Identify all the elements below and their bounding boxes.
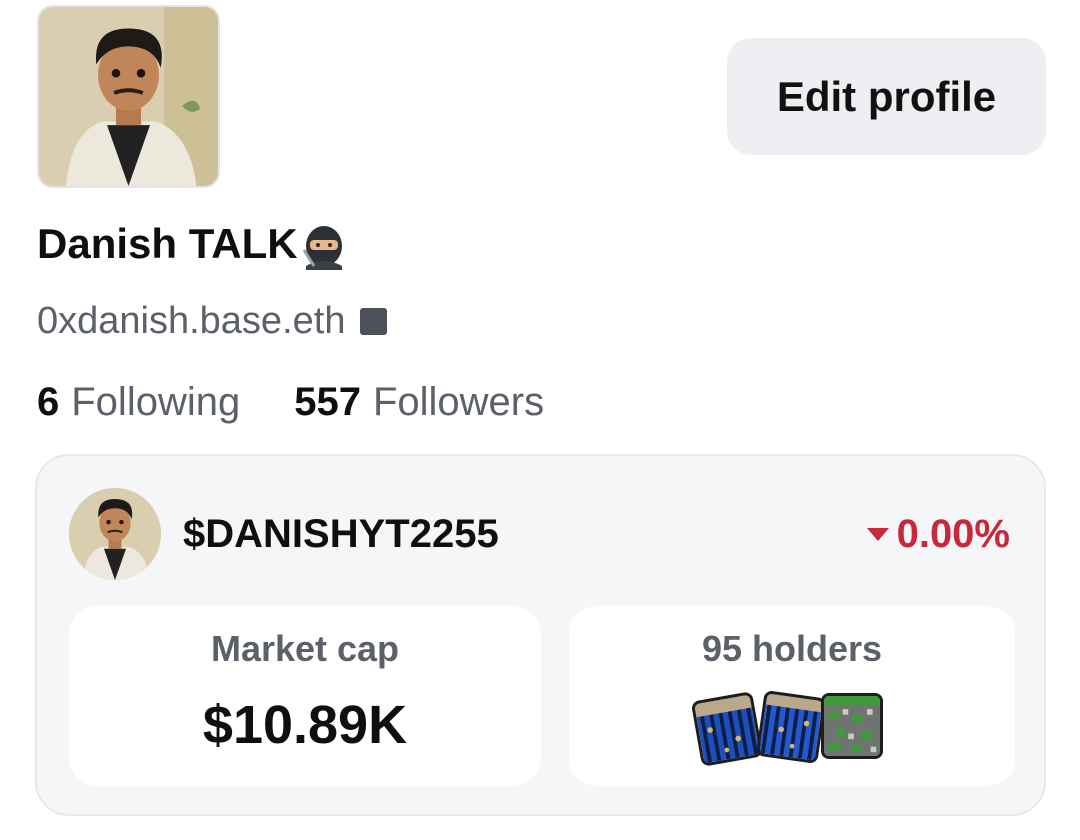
handle-row: 0xdanish.base.eth [37, 296, 388, 346]
holder-avatar [755, 690, 827, 764]
caret-down-icon [866, 527, 889, 541]
token-avatar-illustration [69, 488, 161, 580]
follow-stats: 6 Following 557 Followers [37, 377, 544, 427]
holders-label: 95 holders [701, 628, 883, 669]
holder-avatars [690, 690, 889, 767]
followers-stat[interactable]: 557 Followers [294, 380, 544, 425]
holder-avatar [690, 691, 764, 767]
token-ticker: $DANISHYT2255 [183, 511, 499, 556]
edit-profile-button[interactable]: Edit profile [727, 38, 1046, 155]
display-name-text: Danish TALK [37, 220, 298, 267]
profile-avatar[interactable] [37, 5, 220, 188]
market-cap-value: $10.89K [202, 695, 408, 755]
display-name: Danish TALK [37, 216, 348, 272]
price-change: 0.00% [866, 508, 1010, 560]
holders-box[interactable]: 95 holders [569, 606, 1015, 786]
market-cap-box: Market cap $10.89K [69, 606, 541, 786]
following-count: 6 [37, 379, 60, 424]
followers-label: Followers [372, 379, 545, 424]
followers-count: 557 [294, 379, 361, 424]
ninja-icon [300, 218, 348, 270]
market-cap-label: Market cap [210, 628, 400, 669]
avatar-illustration [39, 7, 218, 186]
square-icon [360, 307, 388, 335]
token-avatar [69, 488, 161, 580]
following-label: Following [71, 379, 241, 424]
following-stat[interactable]: 6 Following [37, 380, 240, 425]
price-change-value: 0.00% [896, 511, 1010, 556]
holder-avatar [821, 693, 883, 759]
handle-text: 0xdanish.base.eth [37, 299, 346, 342]
token-card[interactable]: $DANISHYT2255 0.00% Market cap $10.89K 9… [35, 454, 1046, 816]
